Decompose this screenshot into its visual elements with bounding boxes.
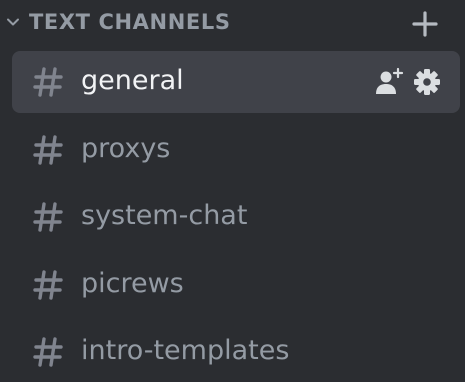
category-title: TEXT CHANNELS: [29, 10, 231, 34]
channel-item-general[interactable]: general: [12, 51, 460, 113]
hash-icon: [33, 67, 63, 97]
channel-item-picrews[interactable]: picrews: [12, 254, 460, 316]
invite-icon[interactable]: [374, 67, 404, 97]
channel-name: general: [81, 65, 184, 96]
hash-icon: [33, 270, 63, 300]
gear-icon[interactable]: [412, 67, 442, 97]
channel-name: picrews: [81, 268, 184, 299]
hash-icon: [33, 135, 63, 165]
channel-name: intro-templates: [81, 335, 290, 366]
category-header-text-channels[interactable]: TEXT CHANNELS: [0, 0, 465, 46]
hash-icon: [33, 337, 63, 367]
hash-icon: [33, 202, 63, 232]
channel-item-proxys[interactable]: proxys: [12, 119, 460, 181]
channel-actions: [374, 67, 442, 97]
channel-name: system-chat: [81, 200, 248, 231]
chevron-down-icon[interactable]: [5, 14, 21, 30]
plus-icon[interactable]: [411, 10, 439, 38]
channel-item-intro-templates[interactable]: intro-templates: [12, 321, 460, 382]
channel-item-system-chat[interactable]: system-chat: [12, 186, 460, 248]
channel-name: proxys: [81, 133, 171, 164]
